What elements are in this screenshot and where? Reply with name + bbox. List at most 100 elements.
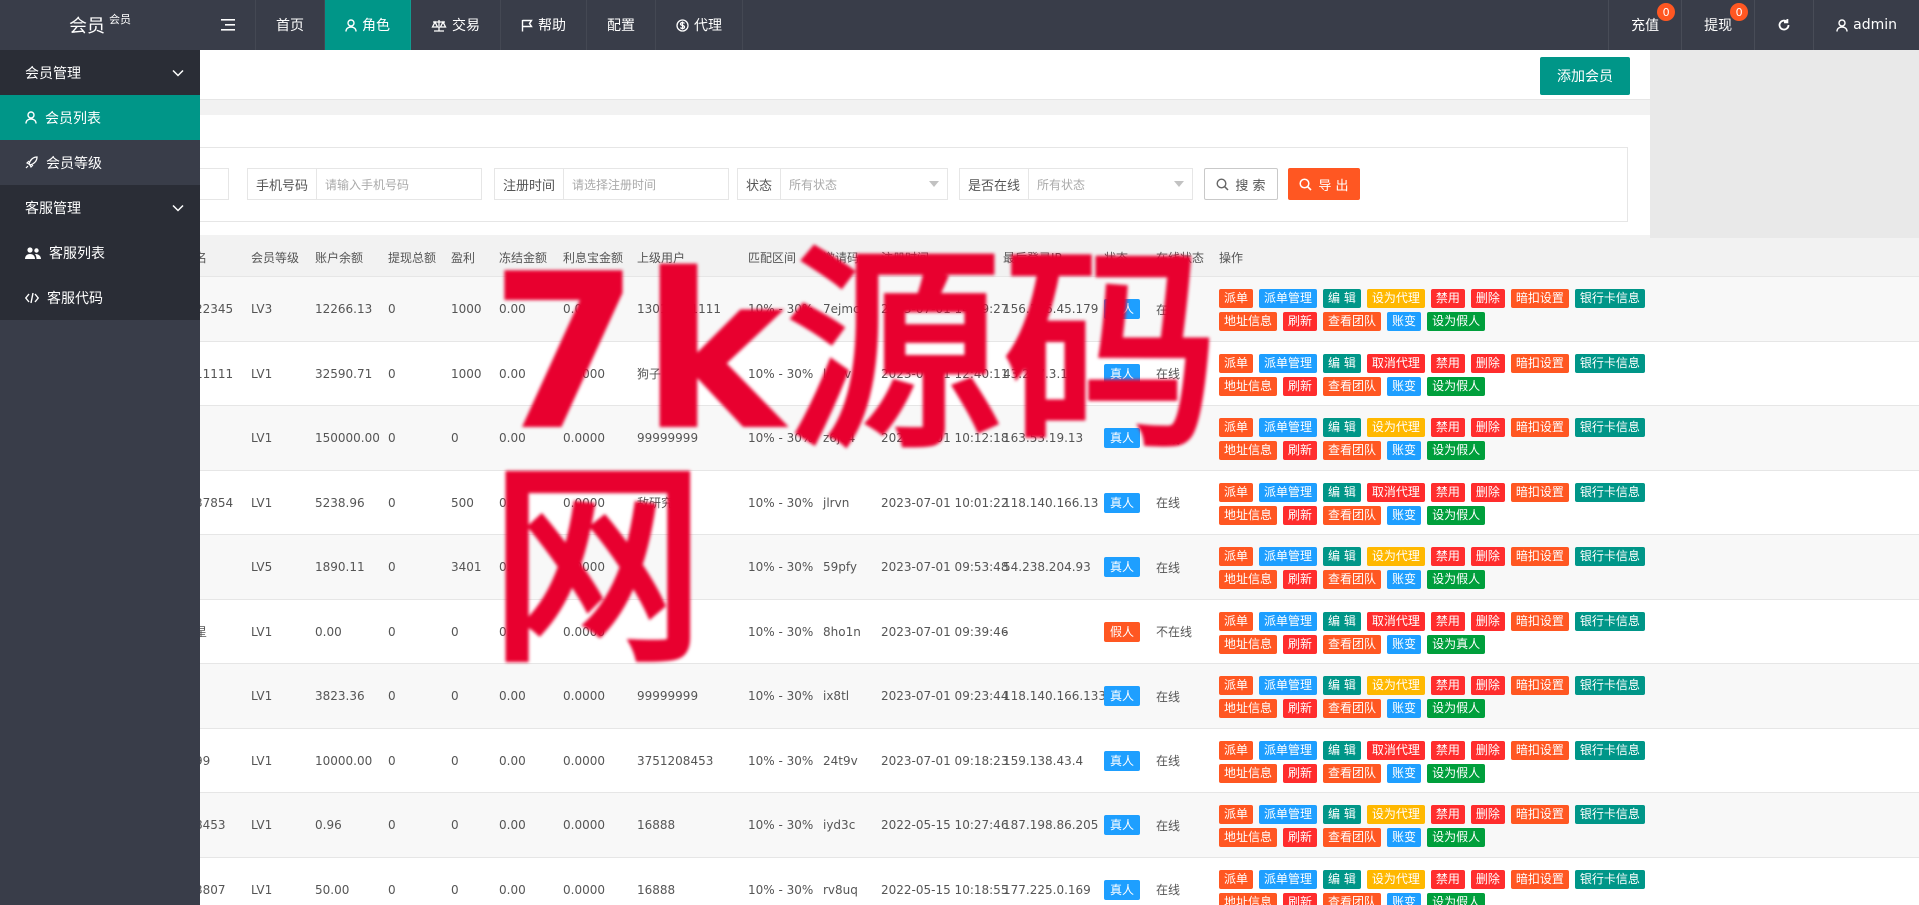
ban-button[interactable]: 禁用 <box>1430 869 1465 889</box>
ban-button[interactable]: 禁用 <box>1430 547 1465 566</box>
view-team-button[interactable]: 查看团队 <box>1323 892 1382 905</box>
view-team-button[interactable]: 查看团队 <box>1323 505 1382 525</box>
search-button[interactable]: 搜 索 <box>1204 168 1278 200</box>
deduct-setting-button[interactable]: 暗扣设置 <box>1510 289 1569 308</box>
ledger-button[interactable]: 账变 <box>1387 312 1422 331</box>
refresh-button[interactable]: 刷新 <box>1283 828 1318 847</box>
delete-button[interactable]: 删除 <box>1470 418 1505 437</box>
address-info-button[interactable]: 地址信息 <box>1219 892 1278 905</box>
edit-button[interactable]: 编 辑 <box>1323 482 1361 502</box>
edit-button[interactable]: 编 辑 <box>1323 611 1361 631</box>
agent-toggle-button[interactable]: 设为代理 <box>1366 676 1425 695</box>
agent-toggle-button[interactable]: 设为代理 <box>1366 547 1425 566</box>
ban-button[interactable]: 禁用 <box>1430 353 1465 373</box>
add-member-button[interactable]: 添加会员 <box>1540 57 1630 95</box>
view-team-button[interactable]: 查看团队 <box>1323 441 1382 460</box>
agent-toggle-button[interactable]: 取消代理 <box>1366 482 1425 502</box>
address-info-button[interactable]: 地址信息 <box>1219 505 1278 525</box>
edit-button[interactable]: 编 辑 <box>1323 418 1361 437</box>
view-team-button[interactable]: 查看团队 <box>1323 312 1382 331</box>
ledger-button[interactable]: 账变 <box>1387 763 1422 783</box>
ban-button[interactable]: 禁用 <box>1430 482 1465 502</box>
delete-button[interactable]: 删除 <box>1470 805 1505 824</box>
view-team-button[interactable]: 查看团队 <box>1323 570 1382 589</box>
dispatch-button[interactable]: 派单 <box>1219 869 1254 889</box>
view-team-button[interactable]: 查看团队 <box>1323 763 1382 783</box>
delete-button[interactable]: 删除 <box>1470 740 1505 760</box>
delete-button[interactable]: 删除 <box>1470 547 1505 566</box>
deduct-setting-button[interactable]: 暗扣设置 <box>1510 482 1569 502</box>
address-info-button[interactable]: 地址信息 <box>1219 312 1278 331</box>
nav-item-5[interactable]: 代理 <box>656 0 743 50</box>
phone-input[interactable]: 请输入手机号码 <box>317 169 417 199</box>
refresh-button[interactable]: 刷新 <box>1283 699 1318 718</box>
dispatch-manage-button[interactable]: 派单管理 <box>1259 353 1318 373</box>
refresh-button[interactable]: 刷新 <box>1283 634 1318 654</box>
ban-button[interactable]: 禁用 <box>1430 289 1465 308</box>
agent-toggle-button[interactable]: 取消代理 <box>1366 611 1425 631</box>
fake-toggle-button[interactable]: 设为假人 <box>1427 376 1486 396</box>
fake-toggle-button[interactable]: 设为假人 <box>1427 441 1486 460</box>
nav-item-4[interactable]: 配置 <box>587 0 656 50</box>
sidebar-item-member-level[interactable]: 会员等级 <box>0 140 200 185</box>
fake-toggle-button[interactable]: 设为假人 <box>1427 699 1486 718</box>
view-team-button[interactable]: 查看团队 <box>1323 699 1382 718</box>
deduct-setting-button[interactable]: 暗扣设置 <box>1510 353 1569 373</box>
address-info-button[interactable]: 地址信息 <box>1219 570 1278 589</box>
bank-info-button[interactable]: 银行卡信息 <box>1574 869 1645 889</box>
dispatch-button[interactable]: 派单 <box>1219 482 1254 502</box>
ledger-button[interactable]: 账变 <box>1387 699 1422 718</box>
dispatch-button[interactable]: 派单 <box>1219 418 1254 437</box>
address-info-button[interactable]: 地址信息 <box>1219 699 1278 718</box>
deduct-setting-button[interactable]: 暗扣设置 <box>1510 418 1569 437</box>
ban-button[interactable]: 禁用 <box>1430 418 1465 437</box>
edit-button[interactable]: 编 辑 <box>1323 805 1361 824</box>
refresh-button[interactable]: 刷新 <box>1283 376 1318 396</box>
bank-info-button[interactable]: 银行卡信息 <box>1574 547 1645 566</box>
delete-button[interactable]: 删除 <box>1470 289 1505 308</box>
dispatch-button[interactable]: 派单 <box>1219 289 1254 308</box>
dispatch-button[interactable]: 派单 <box>1219 353 1254 373</box>
delete-button[interactable]: 删除 <box>1470 353 1505 373</box>
dispatch-button[interactable]: 派单 <box>1219 547 1254 566</box>
dispatch-manage-button[interactable]: 派单管理 <box>1259 482 1318 502</box>
edit-button[interactable]: 编 辑 <box>1323 353 1361 373</box>
refresh-button[interactable]: 刷新 <box>1283 570 1318 589</box>
menu-toggle-button[interactable] <box>200 0 256 50</box>
agent-toggle-button[interactable]: 取消代理 <box>1366 353 1425 373</box>
nav-item-2[interactable]: 交易 <box>411 0 501 50</box>
ledger-button[interactable]: 账变 <box>1387 634 1422 654</box>
user-menu[interactable]: admin <box>1813 0 1919 50</box>
delete-button[interactable]: 删除 <box>1470 869 1505 889</box>
refresh-button[interactable]: 刷新 <box>1283 892 1318 905</box>
bank-info-button[interactable]: 银行卡信息 <box>1574 353 1645 373</box>
ledger-button[interactable]: 账变 <box>1387 570 1422 589</box>
ban-button[interactable]: 禁用 <box>1430 676 1465 695</box>
nav-item-3[interactable]: 帮助 <box>501 0 587 50</box>
deduct-setting-button[interactable]: 暗扣设置 <box>1510 869 1569 889</box>
agent-toggle-button[interactable]: 取消代理 <box>1366 740 1425 760</box>
dispatch-button[interactable]: 派单 <box>1219 676 1254 695</box>
edit-button[interactable]: 编 辑 <box>1323 289 1361 308</box>
dispatch-button[interactable]: 派单 <box>1219 805 1254 824</box>
online-select[interactable]: 所有状态 <box>1029 169 1192 199</box>
nav-item-1[interactable]: 角色 <box>325 0 411 50</box>
ban-button[interactable]: 禁用 <box>1430 805 1465 824</box>
status-select[interactable]: 所有状态 <box>781 169 947 199</box>
dispatch-manage-button[interactable]: 派单管理 <box>1259 418 1318 437</box>
refresh-page-button[interactable] <box>1754 0 1813 50</box>
refresh-button[interactable]: 刷新 <box>1283 441 1318 460</box>
withdraw-button[interactable]: 提现 0 <box>1681 0 1754 50</box>
refresh-button[interactable]: 刷新 <box>1283 505 1318 525</box>
fake-toggle-button[interactable]: 设为假人 <box>1427 312 1486 331</box>
ban-button[interactable]: 禁用 <box>1430 740 1465 760</box>
edit-button[interactable]: 编 辑 <box>1323 740 1361 760</box>
fake-toggle-button[interactable]: 设为假人 <box>1427 892 1486 905</box>
sidebar-item-service-list[interactable]: 客服列表 <box>0 230 200 275</box>
address-info-button[interactable]: 地址信息 <box>1219 763 1278 783</box>
fake-toggle-button[interactable]: 设为假人 <box>1427 505 1486 525</box>
ledger-button[interactable]: 账变 <box>1387 505 1422 525</box>
bank-info-button[interactable]: 银行卡信息 <box>1574 740 1645 760</box>
deduct-setting-button[interactable]: 暗扣设置 <box>1510 547 1569 566</box>
deduct-setting-button[interactable]: 暗扣设置 <box>1510 805 1569 824</box>
